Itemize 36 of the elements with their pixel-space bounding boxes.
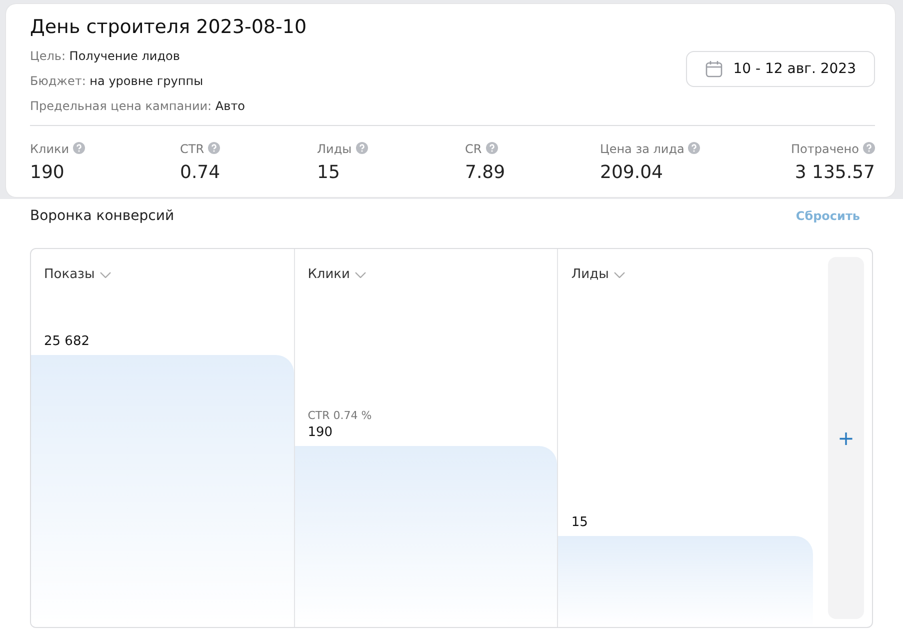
chevron-icon: [614, 272, 625, 278]
chevron-icon: [354, 272, 366, 278]
metric-label: CTR: [180, 142, 204, 156]
stage-value: 190: [308, 424, 333, 440]
metric-label: Цена за лида: [600, 142, 684, 156]
date-range-button[interactable]: 10 - 12 авг. 2023: [686, 51, 875, 87]
metric-value: 15: [317, 162, 340, 183]
help-icon[interactable]: [73, 142, 86, 154]
help-icon[interactable]: [356, 142, 368, 154]
metric-value: 190: [30, 162, 64, 183]
conversion-rate: CTR 0.74 %: [308, 408, 372, 422]
metric-label: Клики: [30, 142, 70, 156]
metric-value: 7.89: [465, 162, 506, 183]
help-icon[interactable]: [486, 142, 498, 154]
help-icon[interactable]: [863, 142, 875, 154]
metric-label: Лиды: [317, 142, 352, 156]
chevron-icon: [100, 272, 111, 278]
campaign-detail: Цель: Получение лидов: [30, 50, 181, 63]
campaign-detail: Бюджет: на уровне группы: [30, 75, 204, 88]
help-icon[interactable]: [688, 142, 700, 154]
metric-value: 0.74: [180, 162, 220, 183]
campaign-detail: Предельная цена кампании: Авто: [30, 100, 246, 113]
metric-label: CR: [465, 142, 482, 156]
funnel-title: Воронка конверсий: [30, 208, 174, 224]
stage-value: 25 682: [44, 334, 90, 349]
help-icon[interactable]: [208, 142, 220, 154]
metric-value: 209.04: [600, 162, 663, 183]
add-stage-button[interactable]: +: [828, 257, 864, 619]
calendar-icon: [705, 60, 724, 78]
stage-dropdown[interactable]: Показы: [44, 267, 111, 282]
stage-dropdown[interactable]: Клики: [308, 267, 366, 282]
campaign-title: День строителя 2023-08-10: [30, 16, 307, 38]
stage-value: 15: [571, 515, 588, 530]
stage-dropdown[interactable]: Лиды: [571, 267, 625, 282]
metric-label: Потрачено: [791, 142, 859, 156]
metric-value: 3 135.57: [794, 162, 875, 183]
